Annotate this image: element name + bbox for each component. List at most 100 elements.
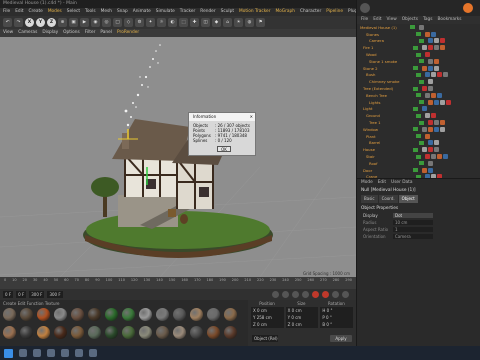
tab-basic[interactable]: Basic <box>361 195 378 203</box>
material-swatch[interactable] <box>139 308 152 321</box>
menu-simulate[interactable]: Simulate <box>156 9 175 15</box>
check-icon[interactable] <box>416 72 421 77</box>
object-row[interactable]: Stone 2 <box>357 65 480 72</box>
tag-icon[interactable] <box>431 31 436 37</box>
tag-icon[interactable] <box>434 45 439 51</box>
material-swatch[interactable] <box>37 326 50 339</box>
viewport-menu-display[interactable]: Display <box>42 30 58 36</box>
tag-icon[interactable] <box>422 147 427 153</box>
toolbar-button-11[interactable]: ◇ <box>124 18 133 27</box>
material-swatch[interactable] <box>156 308 169 321</box>
toolbar-button-22[interactable]: ◍ <box>245 18 254 27</box>
material-swatch[interactable] <box>122 326 135 339</box>
toolbar-button-4[interactable]: Z <box>47 18 56 27</box>
check-icon[interactable] <box>419 140 424 145</box>
menu-sculpt[interactable]: Sculpt <box>221 9 234 15</box>
preview-end-field[interactable]: 300 F <box>47 291 63 298</box>
tag-icon[interactable] <box>440 38 445 44</box>
tag-icon[interactable] <box>431 72 436 78</box>
tag-icon[interactable] <box>434 38 439 44</box>
tag-icon[interactable] <box>428 99 433 105</box>
tag-icon[interactable] <box>428 45 433 51</box>
toolbar-button-6[interactable]: ▣ <box>69 18 78 27</box>
toolbar-button-2[interactable]: X <box>25 18 34 27</box>
om-menu-file[interactable]: File <box>361 17 368 23</box>
menu-tools[interactable]: Tools <box>85 9 96 15</box>
object-row[interactable]: Ground <box>357 112 480 119</box>
object-row[interactable]: Lights <box>357 99 480 106</box>
first-frame-icon[interactable] <box>272 291 279 298</box>
object-row[interactable]: Stones <box>357 31 480 38</box>
tag-icon[interactable] <box>425 92 430 98</box>
tag-icon[interactable] <box>428 65 433 71</box>
close-icon[interactable]: ✕ <box>250 114 253 121</box>
object-row[interactable]: Roof <box>357 160 480 167</box>
object-row[interactable]: Wood <box>357 51 480 58</box>
chrome-icon[interactable] <box>61 349 69 357</box>
material-swatch[interactable] <box>88 326 101 339</box>
tag-icon[interactable] <box>422 126 427 132</box>
check-icon[interactable] <box>416 93 421 98</box>
object-row[interactable]: Chimney smoke <box>357 78 480 85</box>
object-row[interactable]: Door <box>357 167 480 174</box>
tag-icon[interactable] <box>434 120 439 126</box>
tag-icon[interactable] <box>431 113 436 119</box>
tag-icon[interactable] <box>422 65 427 71</box>
tag-icon[interactable] <box>428 120 433 126</box>
tag-icon[interactable] <box>428 147 433 153</box>
material-swatch[interactable] <box>139 326 152 339</box>
tag-icon[interactable] <box>428 126 433 132</box>
ok-button[interactable]: OK <box>217 146 231 152</box>
object-row[interactable]: Barrel <box>357 140 480 147</box>
tag-icon[interactable] <box>434 99 439 105</box>
tag-icon[interactable] <box>425 113 430 119</box>
coord-field[interactable]: P 0 ° <box>320 314 354 321</box>
windows-start-icon[interactable] <box>4 348 13 358</box>
edge-icon[interactable] <box>75 349 83 357</box>
viewport-menu-view[interactable]: View <box>3 30 13 36</box>
next-frame-icon[interactable] <box>302 291 309 298</box>
tag-icon[interactable] <box>434 126 439 132</box>
material-swatch[interactable] <box>122 308 135 321</box>
tag-icon[interactable] <box>443 72 448 78</box>
check-icon[interactable] <box>410 25 415 30</box>
tag-icon[interactable] <box>431 92 436 98</box>
toolbar-button-1[interactable]: ↷ <box>14 18 23 27</box>
toolbar-button-13[interactable]: ✦ <box>146 18 155 27</box>
om-menu-edit[interactable]: Edit <box>373 17 381 23</box>
object-row[interactable]: Bench Tree <box>357 92 480 99</box>
material-swatch[interactable] <box>37 308 50 321</box>
menu-select[interactable]: Select <box>67 9 80 15</box>
tag-icon[interactable] <box>443 154 448 160</box>
property-value[interactable]: Camera <box>393 234 433 239</box>
menu-file[interactable]: File <box>3 9 10 15</box>
tag-icon[interactable] <box>431 154 436 160</box>
end-frame-field[interactable]: 300 F <box>29 291 45 298</box>
material-swatch[interactable] <box>71 308 84 321</box>
coord-field[interactable]: Y 0 cm <box>285 314 319 321</box>
check-icon[interactable] <box>413 106 418 111</box>
autokey-icon[interactable] <box>322 291 329 298</box>
material-swatch[interactable] <box>224 326 237 339</box>
3d-viewport[interactable] <box>0 37 357 278</box>
tag-icon[interactable] <box>419 24 424 30</box>
coord-field[interactable]: Z 0 cm <box>285 321 319 328</box>
toolbar-button-12[interactable]: ⚙ <box>135 18 144 27</box>
object-row[interactable]: Medieval House (1) <box>357 24 480 31</box>
menu-mesh[interactable]: Mesh <box>101 9 112 15</box>
object-row[interactable]: Stone 1 smoke <box>357 58 480 65</box>
material-swatch[interactable] <box>173 308 186 321</box>
tag-icon[interactable] <box>425 52 430 58</box>
tag-icon[interactable] <box>422 167 427 173</box>
coord-field[interactable]: X 0 cm <box>251 307 284 314</box>
toolbar-button-7[interactable]: ▶ <box>80 18 89 27</box>
menu-snap[interactable]: Snap <box>117 9 128 15</box>
tag-icon[interactable] <box>428 167 433 173</box>
check-icon[interactable] <box>416 32 421 37</box>
tag-icon[interactable] <box>422 45 427 51</box>
tag-icon[interactable] <box>425 72 430 78</box>
material-swatch[interactable] <box>54 308 67 321</box>
check-icon[interactable] <box>413 66 418 71</box>
material-swatch[interactable] <box>156 326 169 339</box>
check-icon[interactable] <box>413 127 418 132</box>
